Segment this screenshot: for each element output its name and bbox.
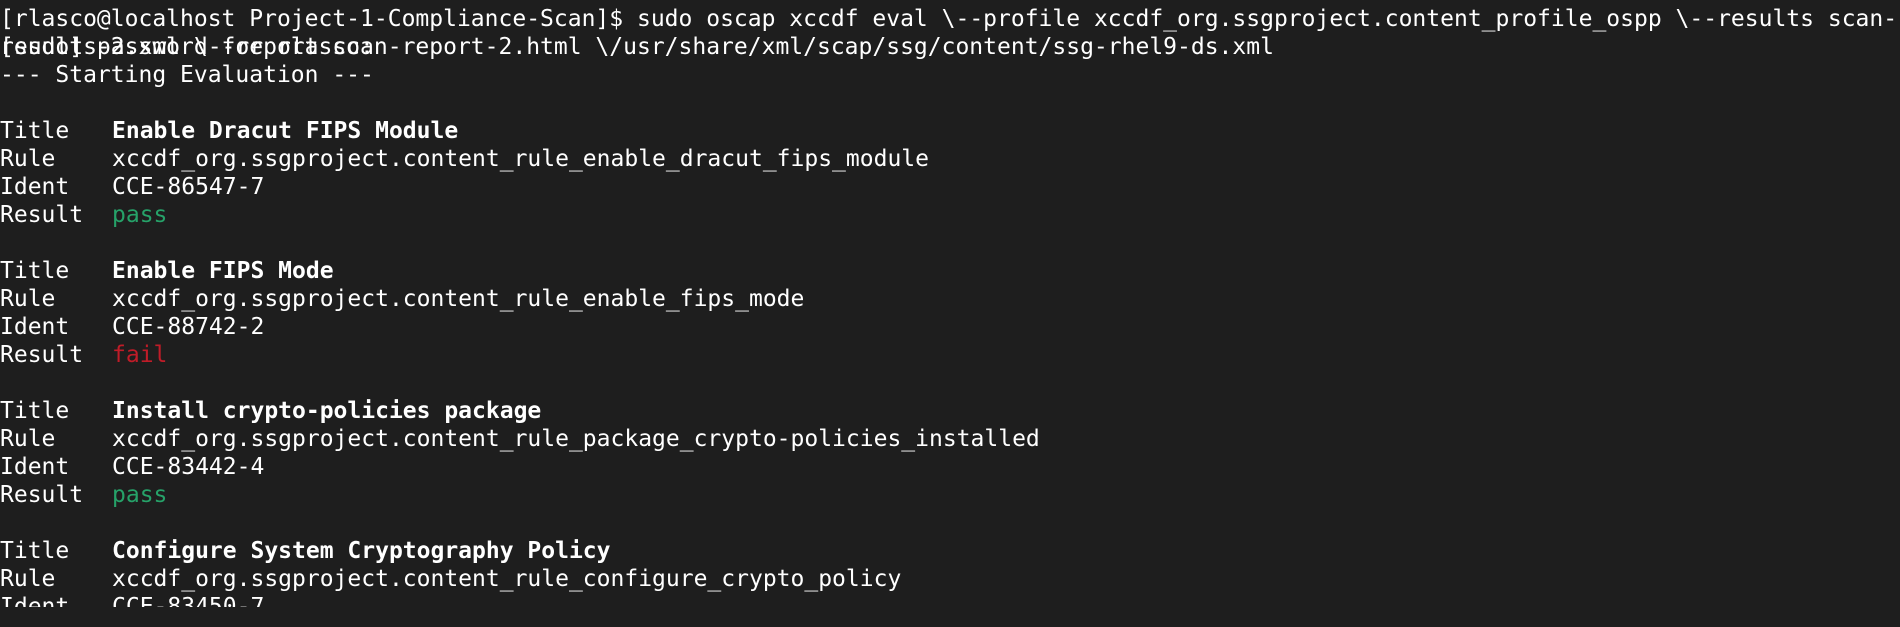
rule-ident: CCE-83442-4 xyxy=(112,454,265,480)
rule-label: Rule xyxy=(0,146,56,172)
rule-title-line: Title Enable Dracut FIPS Module xyxy=(0,117,1900,145)
start-banner: --- Starting Evaluation --- xyxy=(0,62,374,88)
rule-id-line: Rule xccdf_org.ssgproject.content_rule_co… xyxy=(0,565,1900,593)
rule-id-line: Rule xccdf_org.ssgproject.content_rule_en… xyxy=(0,145,1900,173)
command-line: [rlasco@localhost Project-1-Compliance-S… xyxy=(0,5,1900,60)
rule-id-line: Rule xccdf_org.ssgproject.content_rule_pa… xyxy=(0,425,1900,453)
rule-title: Enable Dracut FIPS Module xyxy=(112,118,459,144)
rule-label: Rule xyxy=(0,566,56,592)
ident-label: Ident xyxy=(0,454,70,480)
title-label: Title xyxy=(0,118,70,144)
ident-label: Ident xyxy=(0,174,70,200)
rule-id: xccdf_org.ssgproject.content_rule_enable… xyxy=(112,146,929,172)
rule-title: Enable FIPS Mode xyxy=(112,258,334,284)
rule-id: xccdf_org.ssgproject.content_rule_enable… xyxy=(112,286,805,312)
rule-result-line: Result fail xyxy=(0,341,1900,369)
rule-ident-line: Ident CCE-88742-2 xyxy=(0,313,1900,341)
rule-result-line: Result pass xyxy=(0,481,1900,509)
rule-label: Rule xyxy=(0,286,56,312)
rule-result-pass: pass xyxy=(112,202,168,228)
rule-id: xccdf_org.ssgproject.content_rule_packag… xyxy=(112,426,1040,452)
rule-title: Install crypto-policies package xyxy=(112,398,542,424)
rule-title-line: Title Install crypto-policies package xyxy=(0,397,1900,425)
rule-result-fail: fail xyxy=(112,342,168,368)
title-label: Title xyxy=(0,538,70,564)
rule-title-line: Title Enable FIPS Mode xyxy=(0,257,1900,285)
rule-ident: CCE-88742-2 xyxy=(112,314,265,340)
rule-label: Rule xyxy=(0,426,56,452)
rule-id: xccdf_org.ssgproject.content_rule_config… xyxy=(112,566,902,592)
result-label: Result xyxy=(0,342,84,368)
rule-ident-line: Ident CCE-86547-7 xyxy=(0,173,1900,201)
title-label: Title xyxy=(0,398,70,424)
rule-title-line: Title Configure System Cryptography Polic… xyxy=(0,537,1900,565)
rule-id-line: Rule xccdf_org.ssgproject.content_rule_en… xyxy=(0,285,1900,313)
rule-ident: CCE-86547-7 xyxy=(112,174,265,200)
title-label: Title xyxy=(0,258,70,284)
rule-ident: CCE-83450-7 xyxy=(112,594,265,607)
ident-label: Ident xyxy=(0,314,70,340)
result-label: Result xyxy=(0,202,84,228)
shell-prompt: [rlasco@localhost Project-1-Compliance-S… xyxy=(0,6,637,32)
terminal-window[interactable]: [rlasco@localhost Project-1-Compliance-S… xyxy=(0,0,1900,627)
rule-ident-line: Ident CCE-83450-7 xyxy=(0,593,1900,607)
result-label: Result xyxy=(0,482,84,508)
rule-result-pass: pass xyxy=(112,482,168,508)
rule-ident-line: Ident CCE-83442-4 xyxy=(0,453,1900,481)
rule-title: Configure System Cryptography Policy xyxy=(112,538,611,564)
ident-label: Ident xyxy=(0,594,70,607)
rule-result-line: Result pass xyxy=(0,201,1900,229)
